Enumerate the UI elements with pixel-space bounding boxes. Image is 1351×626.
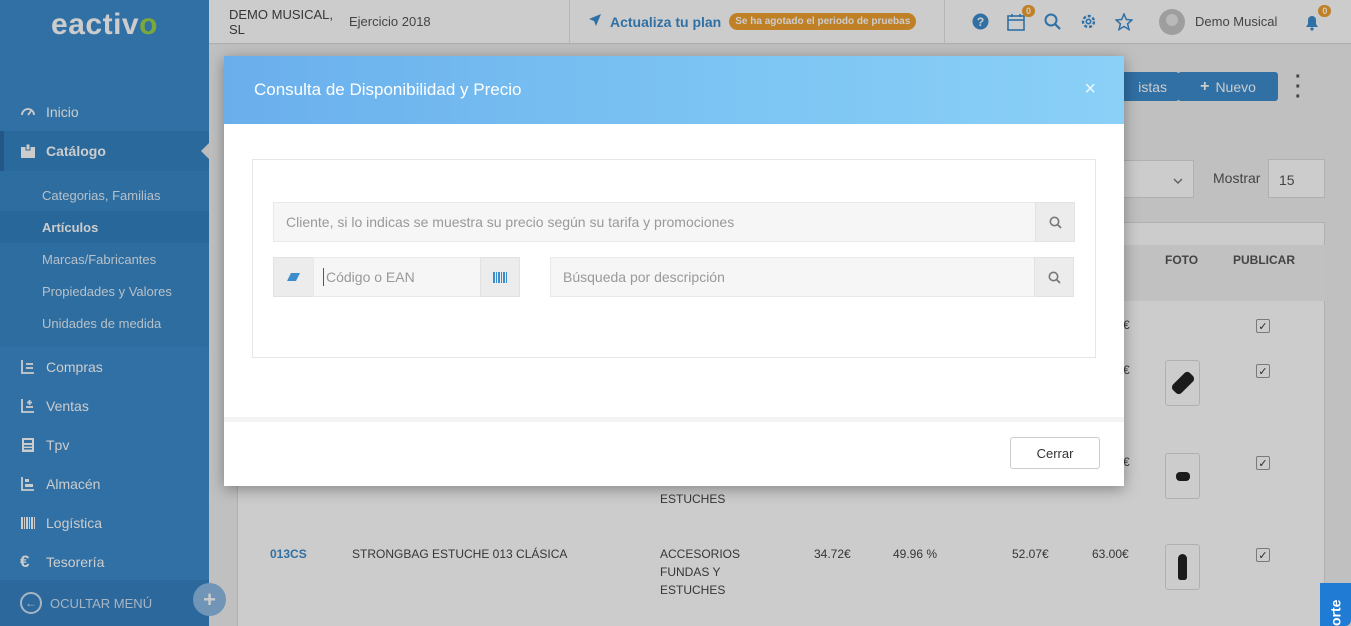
modal-footer: Cerrar — [224, 417, 1124, 486]
search-panel: Cliente, si lo indicas se muestra su pre… — [252, 159, 1096, 358]
search-icon — [1049, 216, 1062, 229]
description-search-input[interactable]: Búsqueda por descripción — [550, 257, 1035, 297]
barcode-scan-button[interactable] — [480, 257, 520, 297]
client-input-placeholder: Cliente, si lo indicas se muestra su pre… — [286, 214, 735, 230]
barcode-icon — [493, 271, 507, 283]
description-search-button[interactable] — [1034, 257, 1074, 297]
search-icon — [1048, 271, 1061, 284]
availability-price-modal: Consulta de Disponibilidad y Precio × Cl… — [224, 56, 1124, 486]
modal-header: Consulta de Disponibilidad y Precio × — [224, 56, 1124, 124]
code-ean-input[interactable]: Código o EAN — [313, 257, 481, 297]
code-input-placeholder: Código o EAN — [326, 269, 415, 285]
close-button[interactable]: Cerrar — [1010, 437, 1100, 469]
eraser-icon — [287, 273, 300, 281]
modal-title: Consulta de Disponibilidad y Precio — [254, 80, 522, 99]
support-tab[interactable]: orte — [1320, 583, 1351, 626]
client-search-button[interactable] — [1035, 202, 1075, 242]
description-input-placeholder: Búsqueda por descripción — [563, 269, 725, 285]
eraser-button[interactable] — [273, 257, 314, 297]
modal-body: Cliente, si lo indicas se muestra su pre… — [224, 124, 1124, 417]
close-icon[interactable]: × — [1084, 78, 1096, 101]
client-input[interactable]: Cliente, si lo indicas se muestra su pre… — [273, 202, 1036, 242]
